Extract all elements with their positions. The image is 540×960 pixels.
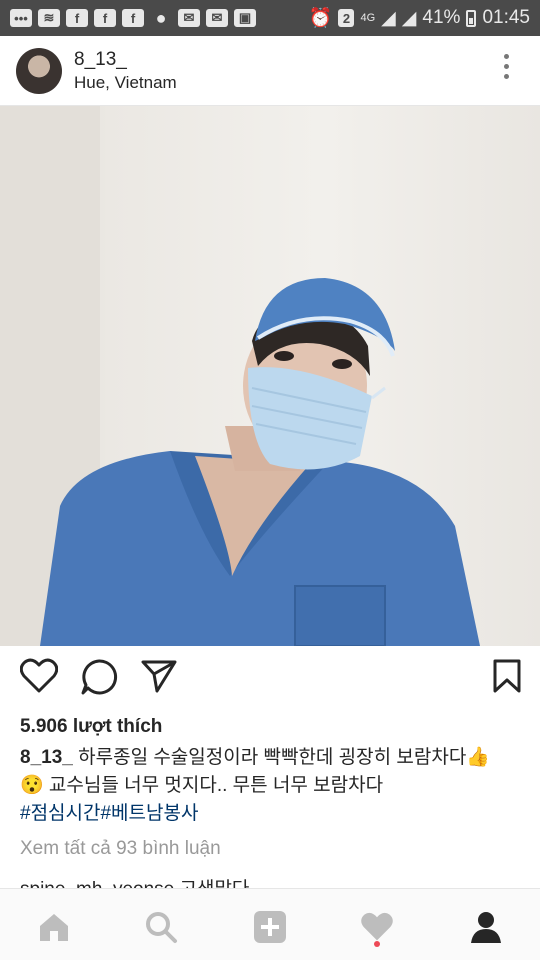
notification-icons: ••• ≋ f f f ● ✉ ✉ ▣ <box>10 7 256 28</box>
more-options-icon[interactable] <box>504 54 510 84</box>
wifi-icon: ≋ <box>38 9 60 27</box>
status-bar: ••• ≋ f f f ● ✉ ✉ ▣ ⏰ 2 4G ◢ ◢ 41% 01:45 <box>0 0 540 36</box>
search-icon[interactable] <box>141 907 181 947</box>
post-author-info: 8_13_ Hue, Vietnam <box>74 49 177 93</box>
facebook-icon: f <box>94 9 116 27</box>
caption-line-2: 😯 교수님들 너무 멋지다.. 무튼 너무 보람차다 <box>20 775 384 796</box>
comment-preview[interactable]: spine_mh_yeonse 고생많다 <box>20 874 249 888</box>
gallery-icon: ▣ <box>234 9 256 27</box>
clock: 01:45 <box>482 7 530 28</box>
notification-dot <box>374 941 380 947</box>
signal-icon: ◢ <box>381 7 396 29</box>
bottom-navigation <box>0 888 540 960</box>
bookmark-icon[interactable] <box>492 658 532 698</box>
avatar[interactable] <box>16 47 62 94</box>
view-all-comments-link[interactable]: Xem tất cả 93 bình luận <box>20 838 221 860</box>
chat-icon: ••• <box>10 9 32 27</box>
like-heart-icon[interactable] <box>19 658 60 698</box>
mail-icon: ✉ <box>206 9 228 27</box>
alarm-icon: ⏰ <box>308 8 333 29</box>
battery-icon <box>466 9 477 27</box>
caption-text: 하루종일 수술일정이라 빡빡한데 굉장히 보람차다👍 <box>72 747 490 768</box>
home-icon[interactable] <box>34 907 74 947</box>
post-location[interactable]: Hue, Vietnam <box>74 73 177 93</box>
mail-icon: ✉ <box>178 9 200 27</box>
person-in-scrubs-image <box>40 278 480 646</box>
facebook-icon: f <box>66 9 88 27</box>
caption-username[interactable]: 8_13_ <box>20 747 73 768</box>
caption-line-1: 8_13_ 하루종일 수술일정이라 빡빡한데 굉장히 보람차다👍 <box>20 744 520 772</box>
post-photo[interactable] <box>0 106 540 646</box>
hashtags[interactable]: #점심시간#베트남봉사 <box>20 800 520 828</box>
battery-percent: 41% <box>422 7 461 28</box>
network-label: 4G <box>360 12 376 24</box>
facebook-icon: f <box>122 9 144 27</box>
signal-icon: ◢ <box>401 7 417 29</box>
add-post-icon[interactable] <box>250 907 290 947</box>
comment-icon[interactable] <box>80 658 120 698</box>
share-icon[interactable] <box>140 658 180 698</box>
system-status: ⏰ 2 4G ◢ ◢ 41% 01:45 <box>309 6 530 30</box>
post-caption: 8_13_ 하루종일 수술일정이라 빡빡한데 굉장히 보람차다👍 😯 교수님들 … <box>20 744 520 828</box>
post-header: 8_13_ Hue, Vietnam <box>0 36 540 106</box>
sim-badge: 2 <box>338 9 355 27</box>
messenger-icon: ● <box>155 7 167 28</box>
profile-icon[interactable] <box>466 907 506 947</box>
post-actions <box>0 658 540 706</box>
post-username[interactable]: 8_13_ <box>74 49 177 71</box>
like-count[interactable]: 5.906 lượt thích <box>20 716 162 738</box>
